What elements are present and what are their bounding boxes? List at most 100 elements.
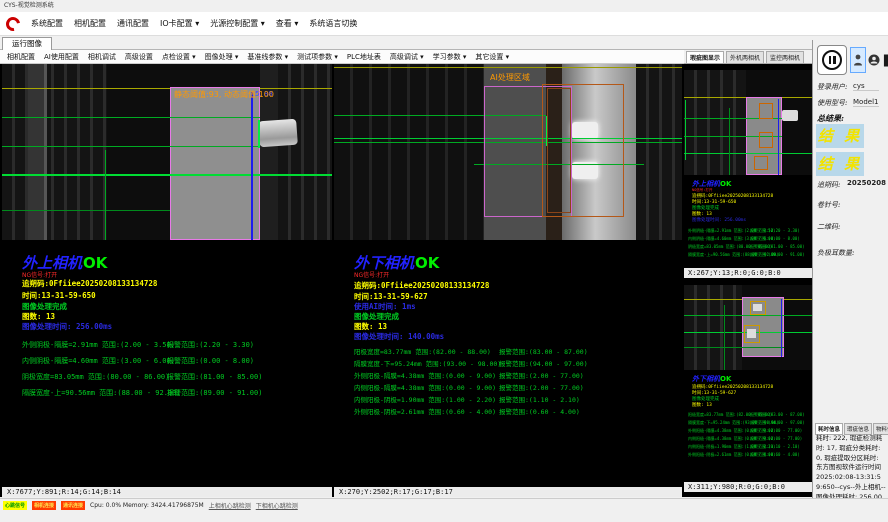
mini-measure-row: 内侧阳极-阴极=1.90mm 范围:(1.00 - 2.20) 报警范围:(1.… [688,444,810,450]
mini-bottom-result: OK [720,375,731,383]
menu-view[interactable]: 查看 ▾ [276,18,299,29]
left-camera-image[interactable]: 5, 88 静态阈值:93, 动态阈值:100 [2,64,332,240]
operator-icon [868,54,880,66]
measure-value: 外侧阳极-隔膜=4.38mm 范围:(0.00 - 9.00) [354,372,496,380]
mini-alarm: 报警范围:(2.00 - 77.00) [750,428,802,434]
right-camera-info: 外下相机OK NG信号:打开 追朔码:0Ffiiee20250208133134… [334,240,682,487]
tool-spot-check[interactable]: 点检设置 ▾ [162,52,196,62]
tool-ai-config[interactable]: AI使用配置 [44,52,79,62]
alarm-range: 报警范围:(0.00 - 8.00) [167,356,254,366]
menu-camera-config[interactable]: 相机配置 [74,18,106,29]
mini-view-top-image[interactable] [684,70,812,175]
left-time: 时间:13-31-59-650 [22,290,96,301]
right-far-stripes [636,64,682,240]
qrcode-label: 二维码: [817,222,840,232]
camera-status-badge: 相机连接 [32,501,56,510]
right-camera-image[interactable]: AI处理区域 [334,64,682,240]
mini-measure-line [684,153,812,154]
menu-io-config[interactable]: IO卡配置 ▾ [160,18,199,29]
left-process-time: 图像处理时间: 256.00ms [22,321,112,332]
mini-alarm: 报警范围:(1.10 - 2.10) [750,444,800,450]
tool-learning-params[interactable]: 学习参数 ▾ [433,52,467,62]
tool-plc-address[interactable]: PLC地址表 [347,52,381,62]
menu-language-switch[interactable]: 系统语言切换 [309,18,357,29]
side-tab-monitor-cameras[interactable]: 监控两相机 [766,51,804,63]
alarm-range: 报警范围:(2.20 - 3.30) [167,340,254,350]
exit-door-icon [883,53,888,68]
measure-value: 隔膜宽度-下=95.24mm 范围:(93.00 - 98.00) [354,360,501,368]
menu-bar: 系统配置 相机配置 通讯配置 IO卡配置 ▾ 光源控制配置 ▾ 查看 ▾ 系统语… [0,12,888,36]
alarm-range: 报警范围:(1.10 - 2.10) [499,394,580,404]
toolbar: 相机配置 AI使用配置 相机调试 高级设置 点检设置 ▾ 图像处理 ▾ 基准线参… [0,50,684,64]
tool-advanced-debug[interactable]: 高级调试 ▾ [390,52,424,62]
bottom-camera-heartbeat-link[interactable]: 下相机心跳检测 [256,501,298,510]
pause-icon [822,50,842,70]
measure-value: 内侧阳极-阴极=1.90mm 范围:(1.00 - 2.20) [354,396,496,404]
tool-camera-config[interactable]: 相机配置 [7,52,35,62]
mini-bottom-camera-name: 外下相机 [692,375,720,383]
mini-defect-blob [747,329,756,338]
threshold-overlay-text: 静态阈值:93, 动态阈值:100 [174,89,274,100]
measurement-row: 阳极宽度=83.77mm 范围:(82.00 - 88.00) 报警范围:(83… [354,346,659,356]
yellow-baseline [2,88,332,89]
mini-measure-row: 阳极宽度=83.77mm 范围:(82.00 - 88.00) 报警范围:(83… [688,412,810,418]
measure-value: 阴极宽度=83.05mm 范围:(80.00 - 86.00) [22,373,169,381]
right-process-time: 图像处理时间: 140.00ms [354,331,444,342]
trace-value: 20250208 [847,179,886,187]
result-box-top: 结 果 [816,124,864,148]
window-title: CYS-视觉检测系统 [0,0,888,12]
side-tab-defect-image[interactable]: 瑕疵图显示 [686,51,724,63]
result-box-bottom: 结 果 [816,152,864,176]
right-camera-panel: AI处理区域 外下相机OK NG信号:打开 追朔码:0Ffiiee2025020… [334,64,682,497]
tool-advanced-settings[interactable]: 高级设置 [125,52,153,62]
left-pixel-readout: X:7677;Y:891;R:14;G:14;B:14 [2,487,332,497]
app-window: CYS-视觉检测系统 系统配置 相机配置 通讯配置 IO卡配置 ▾ 光源控制配置… [0,0,888,522]
mini-bottom-pixel-readout: X:311;Y:980;R:0;G:0;B:0 [684,482,812,492]
alarm-range: 报警范围:(2.00 - 77.00) [499,370,584,380]
alarm-range: 报警范围:(0.60 - 4.00) [499,406,580,416]
edge-line [251,92,253,240]
winder-label: 卷针号: [817,200,840,210]
mini-defect-box [744,325,760,343]
login-user-button[interactable] [850,47,866,73]
mini-view-bottom-image[interactable] [684,285,812,370]
measurement-row: 内侧阴极-隔膜=4.60mm 范围:(3.00 - 6.00) 报警范围:(0.… [22,356,327,366]
top-camera-heartbeat-link[interactable]: 上相机心跳检测 [209,501,251,510]
yellow-baseline [334,67,682,68]
measurement-row: 内侧阳极-阴极=1.90mm 范围:(1.00 - 2.20) 报警范围:(1.… [354,394,659,404]
tab-blob [258,119,298,148]
measure-value: 外侧阳极-阴极=2.61mm 范围:(0.60 - 4.00) [354,408,496,416]
trace-label: 追朔码: [817,180,840,190]
mini-tab-blob [782,110,798,121]
mini-measure-row: 外侧阳极-阴极=2.61mm 范围:(0.60 - 4.00) 报警范围:(0.… [688,452,810,458]
exit-button[interactable] [882,47,888,73]
side-tab-outer-cameras[interactable]: 外机两相机 [726,51,764,63]
measurement-row: 阴极宽度=83.05mm 范围:(80.00 - 86.00) 报警范围:(81… [22,372,327,382]
status-bar: 心跳信号 相机连接 通讯连接 Cpu: 0.0% Memory: 3424.41… [0,498,888,511]
tool-test-params[interactable]: 测试项参数 ▾ [297,52,338,62]
tool-other-settings[interactable]: 其它设置 ▾ [475,52,509,62]
right-pixel-readout: X:270;Y:2502;R:17;G:17;B:17 [334,487,682,497]
menu-light-config[interactable]: 光源控制配置 ▾ [210,18,265,29]
mini-top-camera-name: 外上相机 [692,180,720,188]
menu-system-config[interactable]: 系统配置 [31,18,63,29]
menu-comm-config[interactable]: 通讯配置 [117,18,149,29]
tab-run-image[interactable]: 运行图像 [2,37,52,51]
measure-line [2,210,170,211]
alarm-range: 报警范围:(2.00 - 77.00) [499,382,584,392]
mini-alarm: 报警范围:(81.00 - 85.00) [750,244,805,250]
mini-view-top-info: 外上相机OK NG信号:打开 追朔码:0Ffiiee20250208133134… [684,175,812,268]
mini-alarm: 报警范围:(83.00 - 87.00) [750,412,805,418]
model-label: 使用型号: [817,98,847,108]
mini-edge-line [685,100,686,160]
tool-baseline-params[interactable]: 基准线参数 ▾ [247,52,288,62]
mini-measure-line [684,315,812,316]
mini-bg-stripes [684,70,746,175]
mini-measure-vline [729,108,730,175]
tool-camera-debug[interactable]: 相机调试 [88,52,116,62]
total-result-label: 总结果: [817,113,844,124]
mini-defect-box [759,132,773,148]
operator-button[interactable] [866,47,882,73]
tool-image-processing[interactable]: 图像处理 ▾ [205,52,239,62]
pause-button[interactable] [817,45,847,75]
